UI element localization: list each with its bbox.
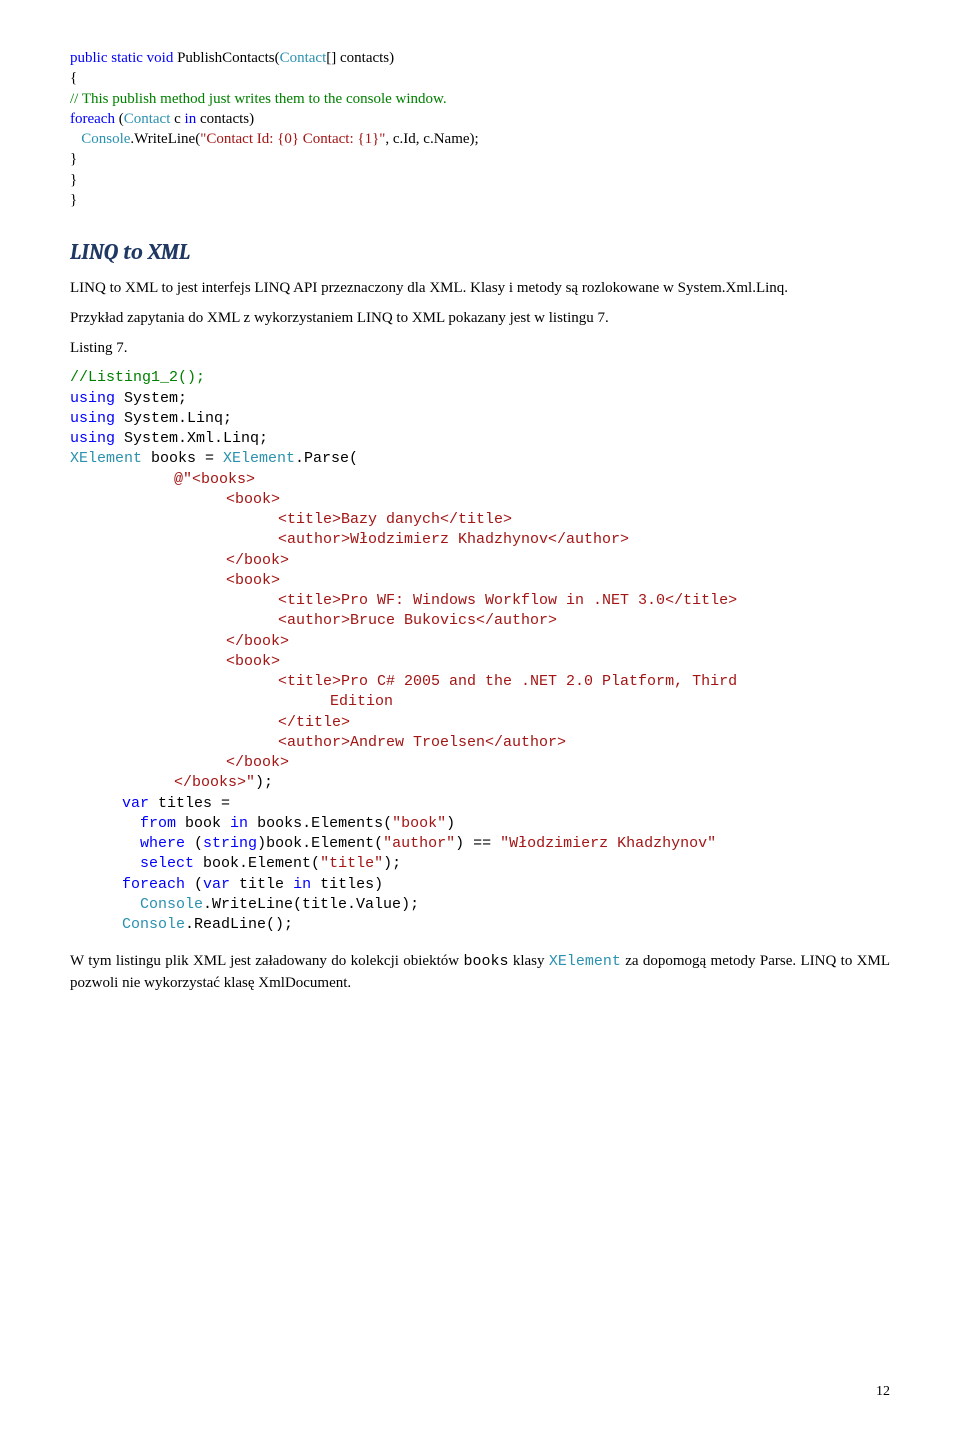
kw: using	[70, 390, 115, 407]
kw: var	[203, 876, 230, 893]
kw: where	[140, 835, 185, 852]
comment: //Listing1_2();	[70, 368, 890, 388]
code-text: (	[185, 835, 203, 852]
kw: in	[293, 876, 311, 893]
kw: in	[230, 815, 248, 832]
code-text: )	[446, 815, 455, 832]
xml-text: <title>Bazy danych</title>	[70, 510, 890, 530]
inline-code: XElement	[549, 953, 621, 970]
code-text: titles)	[311, 876, 383, 893]
code-text: }	[70, 170, 890, 190]
kw: from	[140, 815, 176, 832]
xml-text: <title>Pro C# 2005 and the .NET 2.0 Plat…	[70, 672, 890, 692]
type: Contact	[280, 50, 327, 66]
class: Console	[122, 916, 185, 933]
xml-text: <title>Pro WF: Windows Workflow in .NET …	[70, 591, 890, 611]
xml-text: <author>Andrew Troelsen</author>	[70, 733, 890, 753]
xml-text: Edition	[70, 692, 890, 712]
xml-text: </books>"	[174, 774, 255, 791]
paragraph: Przykład zapytania do XML z wykorzystani…	[70, 308, 890, 328]
code-text: books =	[142, 450, 223, 467]
comment: // This publish method just writes them …	[70, 89, 890, 109]
code-text: )book.Element(	[257, 835, 383, 852]
xml-text: <author>Włodzimierz Khadzhynov</author>	[70, 530, 890, 550]
code-text: c	[170, 111, 184, 127]
code-text: [] contacts)	[326, 50, 394, 66]
code-text: .Parse(	[295, 450, 358, 467]
kw: using	[70, 430, 115, 447]
xml-text: </book>	[70, 632, 890, 652]
xml-text: <book>	[70, 652, 890, 672]
code-text: book	[176, 815, 230, 832]
ns: System.Xml.Linq;	[115, 430, 268, 447]
type: Contact	[124, 111, 171, 127]
code-text: );	[383, 855, 401, 872]
type: XElement	[223, 450, 295, 467]
string: "title"	[320, 855, 383, 872]
xml-text: <author>Bruce Bukovics</author>	[70, 611, 890, 631]
section-heading: LINQ to XML	[70, 238, 890, 268]
listing-label: Listing 7.	[70, 338, 890, 358]
code-text: );	[255, 774, 273, 791]
type: XElement	[70, 450, 142, 467]
code-text: , c.Id, c.Name);	[385, 131, 478, 147]
text-run: klasy	[508, 953, 548, 969]
kw: public static void	[70, 50, 177, 66]
kw: foreach	[122, 876, 185, 893]
code-text: .WriteLine(title.Value);	[203, 896, 419, 913]
text-run: W tym listingu plik XML jest załadowany …	[70, 953, 463, 969]
string: "book"	[392, 815, 446, 832]
paragraph: LINQ to XML to jest interfejs LINQ API p…	[70, 278, 890, 298]
code-text: .ReadLine();	[185, 916, 293, 933]
class: Console	[140, 896, 203, 913]
page-number: 12	[876, 1383, 890, 1402]
code-text: books.Elements(	[248, 815, 392, 832]
string: "Włodzimierz Khadzhynov"	[500, 835, 716, 852]
xml-text: @"<books>	[70, 470, 890, 490]
code-block-top: public static void PublishContacts(Conta…	[70, 48, 890, 210]
xml-text: </title>	[70, 713, 890, 733]
kw: in	[185, 111, 200, 127]
ns: System.Linq;	[115, 410, 232, 427]
string: "author"	[383, 835, 455, 852]
string: "Contact Id: {0} Contact: {1}"	[200, 131, 385, 147]
kw: select	[140, 855, 194, 872]
code-text: ) ==	[455, 835, 500, 852]
code-text: {	[70, 68, 890, 88]
kw: string	[203, 835, 257, 852]
code-text: titles =	[149, 795, 230, 812]
code-block-main: //Listing1_2(); using System; using Syst…	[70, 368, 890, 935]
xml-text: </book>	[70, 551, 890, 571]
kw: var	[122, 795, 149, 812]
inline-code: books	[463, 953, 508, 970]
code-text: contacts)	[200, 111, 254, 127]
ns: System;	[115, 390, 187, 407]
paragraph: W tym listingu plik XML jest załadowany …	[70, 951, 890, 993]
kw: foreach	[70, 111, 119, 127]
xml-text: </book>	[70, 753, 890, 773]
code-text: title	[230, 876, 293, 893]
code-text: book.Element(	[194, 855, 320, 872]
xml-text: <book>	[70, 571, 890, 591]
class: Console	[81, 131, 130, 147]
code-text: }	[70, 149, 890, 169]
code-text: PublishContacts(	[177, 50, 280, 66]
kw: using	[70, 410, 115, 427]
code-text: .WriteLine(	[130, 131, 200, 147]
xml-text: <book>	[70, 490, 890, 510]
code-text: }	[70, 190, 890, 210]
code-text: (	[185, 876, 203, 893]
